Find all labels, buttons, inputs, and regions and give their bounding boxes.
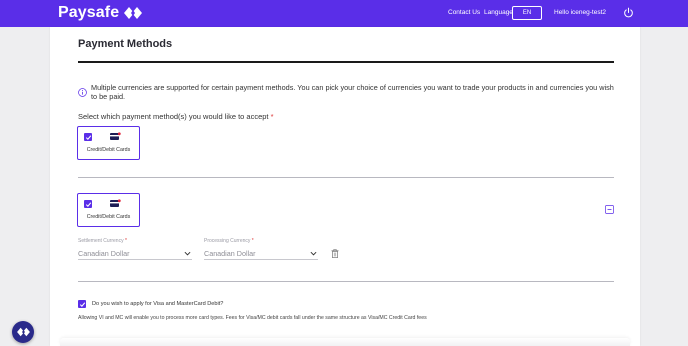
paysafe-logo[interactable]: Paysafe <box>58 4 143 22</box>
page-title: Payment Methods <box>78 38 173 50</box>
section-divider <box>78 177 614 178</box>
processing-currency-value: Canadian Dollar <box>204 249 256 258</box>
checkmark-icon <box>85 134 91 140</box>
settlement-currency-value: Canadian Dollar <box>78 249 130 258</box>
configured-method-checkbox[interactable] <box>84 200 92 208</box>
select-methods-text: Select which payment method(s) you would… <box>78 112 269 121</box>
debit-note: Allowing VI and MC will enable you to pr… <box>78 315 427 321</box>
language-selector[interactable]: EN <box>512 6 542 20</box>
settlement-currency-label-text: Settlement Currency <box>78 238 124 244</box>
checkmark-icon <box>85 201 91 207</box>
chat-assistant-button[interactable] <box>12 321 34 343</box>
chevron-down-icon <box>184 251 191 256</box>
credit-card-icon <box>110 199 121 207</box>
settlement-currency-select[interactable]: Canadian Dollar <box>78 245 192 260</box>
paysafe-diamond-icon <box>124 7 143 19</box>
required-marker: * <box>270 112 274 121</box>
contact-us-link[interactable]: Contact Us <box>448 9 480 16</box>
select-methods-label: Select which payment method(s) you would… <box>78 112 274 121</box>
checkmark-icon <box>79 301 85 307</box>
method-option-credit-debit[interactable]: Credit/Debit Cards <box>77 126 140 160</box>
collapse-icon[interactable] <box>605 205 614 214</box>
configured-method-label: Credit/Debit Cards <box>86 214 131 220</box>
processing-currency-label: Processing Currency * <box>204 238 254 244</box>
settlement-currency-label: Settlement Currency * <box>78 238 127 244</box>
currency-info-text: Multiple currencies are supported for ce… <box>91 83 614 101</box>
section-divider <box>78 281 614 282</box>
top-navigation-bar: Paysafe Contact Us Language EN Hello ice… <box>0 0 688 27</box>
processing-currency-label-text: Processing Currency <box>204 238 251 244</box>
brand-name: Paysafe <box>58 4 120 21</box>
next-section-edge <box>60 338 630 346</box>
title-divider <box>78 61 614 63</box>
power-icon[interactable] <box>623 7 634 18</box>
info-icon <box>78 88 87 97</box>
user-greeting[interactable]: Hello iceneg-test2 <box>554 9 606 16</box>
language-label: Language <box>484 9 513 16</box>
debit-question: Do you wish to apply for Visa and Master… <box>92 301 224 307</box>
required-marker: * <box>124 238 127 244</box>
processing-currency-select[interactable]: Canadian Dollar <box>204 245 318 260</box>
main-content-card <box>50 27 640 346</box>
chevron-down-icon <box>310 251 317 256</box>
method-checkbox[interactable] <box>84 133 92 141</box>
configured-method-credit-debit[interactable]: Credit/Debit Cards <box>77 193 140 227</box>
required-marker: * <box>251 238 254 244</box>
credit-card-icon <box>110 132 121 140</box>
method-label: Credit/Debit Cards <box>86 147 131 153</box>
paysafe-diamond-icon <box>16 327 30 337</box>
debit-checkbox[interactable] <box>78 300 86 308</box>
trash-icon[interactable] <box>331 249 339 258</box>
